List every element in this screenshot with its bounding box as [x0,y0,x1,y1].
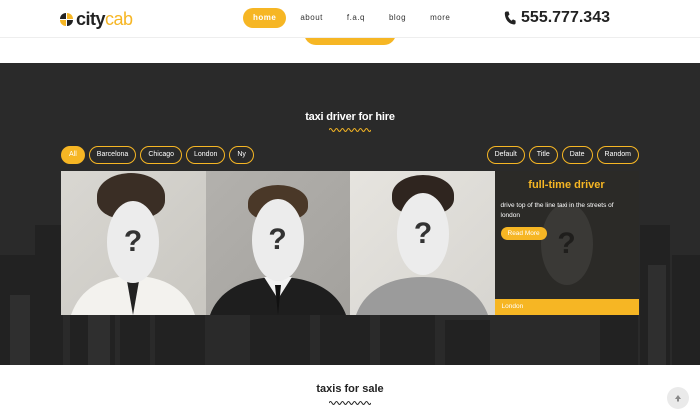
sort-options: Default Title Date Random [486,146,639,164]
nav-about[interactable]: about [290,8,333,28]
logo[interactable]: citycab [60,9,133,30]
filter-ny[interactable]: Ny [229,146,254,164]
logo-mark-icon [60,13,73,26]
driver-card[interactable]: ? [61,171,206,315]
taxis-for-sale-title: taxis for sale [316,383,384,395]
title-wave-divider [329,128,371,132]
drivers-title: taxi driver for hire [305,111,395,123]
filter-chicago[interactable]: Chicago [140,146,182,164]
filter-london[interactable]: London [186,146,226,164]
main-nav: home about f.a.q blog more [243,8,464,28]
driver-card-description: drive top of the line taxi in the street… [500,202,614,219]
driver-torso [356,277,488,315]
nav-faq[interactable]: f.a.q [337,8,375,28]
nav-more[interactable]: more [420,8,460,28]
drivers-section: taxi driver for hire All Barcelona Chica… [0,63,700,365]
driver-card[interactable]: ? [350,171,495,315]
driver-location-label: London [494,299,639,315]
driver-card[interactable]: ? [205,171,350,315]
arrow-up-icon [675,395,681,402]
nav-blog[interactable]: blog [379,8,416,28]
logo-text: citycab [76,9,133,30]
nav-home[interactable]: home [243,8,287,28]
read-more-button[interactable]: Read More [500,227,547,240]
location-filters: All Barcelona Chicago London Ny [61,146,254,164]
phone-icon [504,11,516,25]
driver-photo-placeholder: ? [397,193,449,275]
phone-number: 555.777.343 [521,9,610,26]
sort-date[interactable]: Date [561,146,593,164]
phone-contact[interactable]: 555.777.343 [504,9,610,27]
filter-all[interactable]: All [61,146,85,164]
logo-city: city [76,9,106,29]
drivers-grid: ? ? ? ? full-time driver drive top of th… [61,171,639,315]
sort-default[interactable]: Default [486,146,525,164]
title-wave-divider [329,401,371,405]
site-header: citycab home about f.a.q blog more 555.7… [0,0,700,38]
sort-random[interactable]: Random [596,146,639,164]
filter-barcelona[interactable]: Barcelona [88,146,137,164]
scroll-to-top-button[interactable] [667,387,689,409]
driver-card-featured[interactable]: ? full-time driver drive top of the line… [494,171,639,315]
driver-card-title: full-time driver [528,179,605,191]
sort-title[interactable]: Title [528,146,558,164]
driver-photo-placeholder: ? [251,199,304,281]
logo-cab: cab [105,9,133,29]
driver-photo-placeholder: ? [107,201,159,283]
